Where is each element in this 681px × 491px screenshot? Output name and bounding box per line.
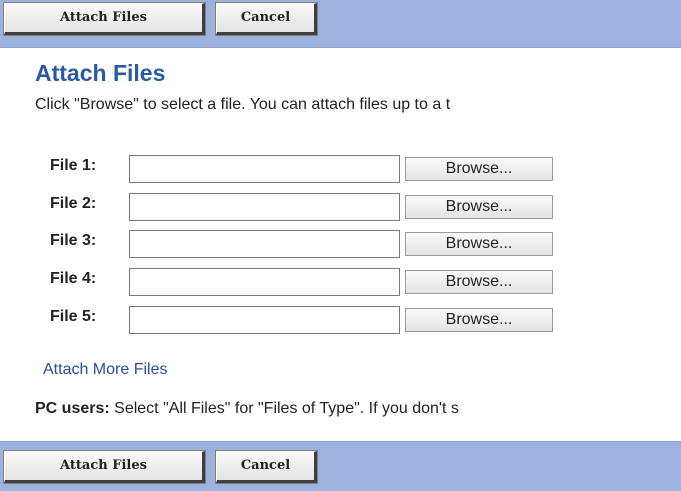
file-2-label: File 2: (50, 195, 97, 212)
pc-users-note: PC users: Select "All Files" for "Files … (35, 400, 459, 418)
file-3-browse-button[interactable]: Browse... (405, 232, 553, 256)
file-row-4: File 4: Browse... (0, 268, 681, 296)
file-row-3: File 3: Browse... (0, 230, 681, 258)
file-4-path-field[interactable] (129, 268, 400, 296)
file-2-path-field[interactable] (129, 193, 400, 221)
bottom-toolbar: Attach Files Cancel (0, 441, 681, 491)
cancel-button-bottom[interactable]: Cancel (215, 450, 318, 484)
attach-files-button-bottom[interactable]: Attach Files (3, 450, 206, 484)
file-4-browse-button[interactable]: Browse... (405, 270, 553, 294)
file-row-2: File 2: Browse... (0, 193, 681, 221)
cancel-button-top[interactable]: Cancel (215, 2, 318, 36)
pc-users-note-label: PC users: (35, 400, 110, 417)
attach-files-page: Attach Files Cancel Attach Files Click "… (0, 0, 681, 491)
page-title: Attach Files (35, 60, 166, 86)
file-4-label: File 4: (50, 270, 97, 287)
file-5-path-field[interactable] (129, 306, 400, 334)
file-row-1: File 1: Browse... (0, 155, 681, 183)
attach-more-files-link[interactable]: Attach More Files (43, 361, 167, 379)
file-5-browse-button[interactable]: Browse... (405, 308, 553, 332)
file-1-path-field[interactable] (129, 155, 400, 183)
top-toolbar: Attach Files Cancel (0, 0, 681, 48)
file-3-path-field[interactable] (129, 230, 400, 258)
file-row-5: File 5: Browse... (0, 306, 681, 334)
file-3-label: File 3: (50, 232, 97, 249)
pc-users-note-text: Select "All Files" for "Files of Type". … (109, 400, 459, 417)
file-2-browse-button[interactable]: Browse... (405, 195, 553, 219)
file-5-label: File 5: (50, 308, 97, 325)
attach-files-button-top[interactable]: Attach Files (3, 2, 206, 36)
instructions-text: Click "Browse" to select a file. You can… (35, 96, 451, 113)
file-1-label: File 1: (50, 157, 97, 174)
file-1-browse-button[interactable]: Browse... (405, 157, 553, 181)
